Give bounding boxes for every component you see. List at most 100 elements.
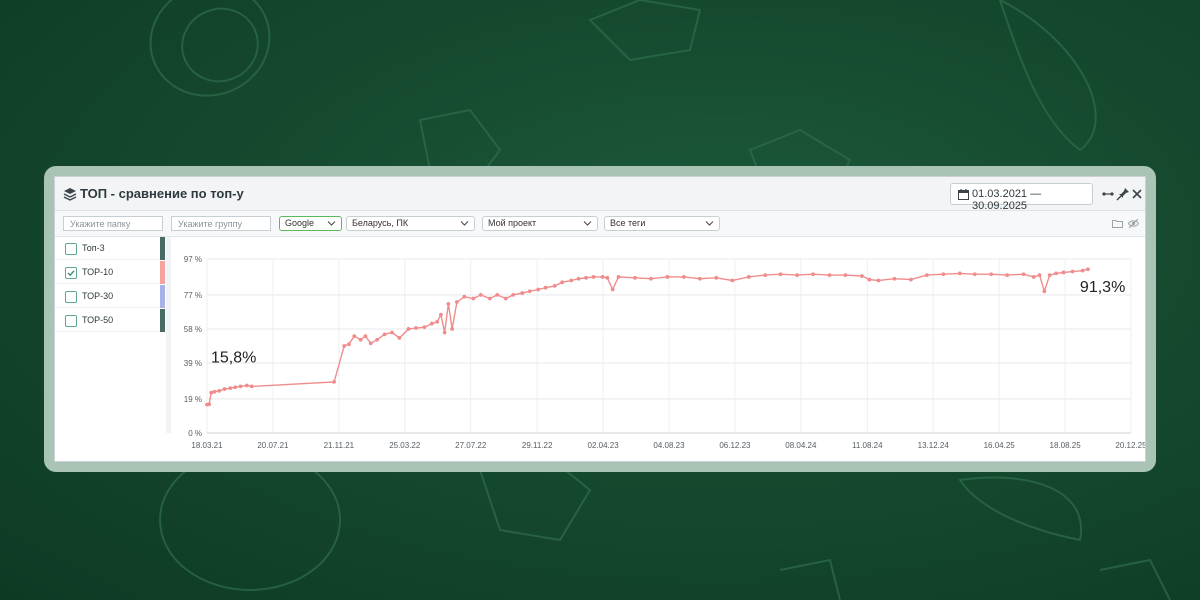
data-point	[471, 296, 476, 301]
group-input[interactable]	[171, 216, 271, 231]
data-point	[358, 337, 363, 342]
data-point	[633, 275, 637, 280]
data-point	[941, 272, 946, 277]
chevron-down-icon	[460, 221, 469, 226]
data-point	[429, 321, 434, 326]
x-tick-label: 25.03.22	[389, 441, 421, 450]
tags-value: Все теги	[610, 218, 646, 228]
line-chart: 0 % 19 % 39 % 58 % 77 % 97 % 18.03.21 20.07.21 2…	[171, 237, 1145, 461]
data-point	[584, 275, 588, 280]
data-point	[536, 287, 541, 292]
data-point	[487, 296, 492, 301]
data-point	[843, 273, 848, 278]
x-tick-label: 08.04.24	[785, 441, 817, 450]
data-point	[681, 275, 686, 279]
data-point	[435, 319, 440, 324]
x-tick-label: 16.04.25	[984, 441, 1016, 450]
sidebar-item-top10[interactable]: ТОР-10	[55, 261, 165, 284]
data-point	[244, 383, 249, 388]
checkbox[interactable]	[65, 243, 77, 255]
x-tick-label: 20.07.21	[257, 441, 289, 450]
region-select[interactable]: Беларусь, ПК	[346, 216, 475, 231]
data-point	[1054, 271, 1058, 276]
x-tick-label: 18.08.25	[1050, 441, 1082, 450]
folder-input[interactable]	[63, 216, 163, 231]
data-point	[439, 312, 443, 317]
y-tick-label: 97 %	[184, 255, 202, 264]
data-point	[989, 272, 994, 277]
sidebar-item-top3[interactable]: Топ-3	[55, 237, 165, 260]
expand-icon[interactable]	[1101, 187, 1115, 201]
data-point	[422, 325, 427, 330]
data-point	[867, 277, 872, 282]
data-point	[347, 342, 351, 347]
y-tick-label: 0 %	[188, 429, 202, 438]
tags-select[interactable]: Все теги	[604, 216, 720, 231]
project-value: Мой проект	[488, 218, 537, 228]
x-tick-label: 20.12.25	[1115, 441, 1145, 450]
x-tick-label: 11.08.24	[852, 441, 883, 450]
checkbox[interactable]	[65, 315, 77, 327]
data-point	[503, 296, 508, 301]
x-tick-label: 18.03.21	[191, 441, 223, 450]
sidebar-item-label: ТОР-10	[82, 267, 114, 277]
y-tick-label: 58 %	[184, 325, 202, 334]
series-color-swatch	[160, 285, 165, 308]
y-tick-label: 19 %	[184, 395, 202, 404]
search-engine-select[interactable]: Google	[279, 216, 342, 231]
check-icon	[67, 270, 75, 277]
layers-icon	[63, 188, 77, 201]
data-point	[217, 388, 222, 393]
data-point	[478, 292, 483, 297]
data-point	[860, 274, 864, 278]
y-tick-label: 77 %	[184, 291, 202, 300]
sidebar-item-label: ТОР-30	[82, 291, 114, 301]
x-tick-label: 21.11.21	[324, 441, 355, 450]
project-select[interactable]: Мой проект	[482, 216, 598, 231]
data-point	[876, 278, 881, 283]
data-point	[576, 276, 581, 281]
data-point	[1042, 289, 1047, 294]
data-point	[569, 278, 574, 283]
data-point	[795, 273, 800, 278]
data-point	[233, 385, 238, 390]
close-icon[interactable]	[1130, 187, 1144, 201]
data-point	[228, 386, 233, 391]
data-point	[924, 273, 929, 278]
data-point	[972, 272, 977, 277]
data-point	[892, 276, 897, 281]
sidebar-item-top50[interactable]: ТОР-50	[55, 309, 165, 332]
eye-off-icon[interactable]	[1128, 218, 1139, 229]
data-point	[209, 390, 214, 395]
x-tick-label: 02.04.23	[588, 441, 620, 450]
data-point	[212, 389, 217, 394]
data-point	[560, 280, 565, 285]
data-point	[714, 275, 719, 280]
data-point	[610, 287, 615, 292]
checkbox[interactable]	[65, 291, 77, 303]
data-point	[1037, 273, 1042, 278]
data-point	[697, 276, 702, 281]
filter-toolbar: Google Беларусь, ПК Мой проект Все теги	[55, 211, 1145, 237]
data-point	[454, 300, 459, 304]
folder-icon[interactable]	[1112, 218, 1123, 229]
calendar-icon	[958, 189, 969, 200]
data-point	[665, 275, 670, 279]
x-tick-label: 06.12.23	[719, 441, 751, 450]
date-range-picker[interactable]: 01.03.2021 — 30.09.2025	[950, 183, 1093, 212]
data-point	[342, 344, 347, 348]
data-point	[908, 277, 913, 282]
sidebar-item-top30[interactable]: ТОР-30	[55, 285, 165, 308]
data-point	[616, 275, 621, 279]
series-color-swatch	[160, 237, 165, 260]
pin-icon[interactable]	[1116, 187, 1130, 201]
data-point	[1005, 273, 1010, 278]
data-point	[1047, 273, 1052, 278]
chevron-down-icon	[327, 221, 336, 226]
data-point	[238, 384, 243, 389]
x-tick-label: 29.11.22	[522, 441, 553, 450]
checkbox-checked[interactable]	[65, 267, 77, 279]
data-point	[1070, 269, 1075, 274]
annotation-start-value: 15,8%	[211, 350, 256, 367]
data-point	[778, 272, 783, 277]
